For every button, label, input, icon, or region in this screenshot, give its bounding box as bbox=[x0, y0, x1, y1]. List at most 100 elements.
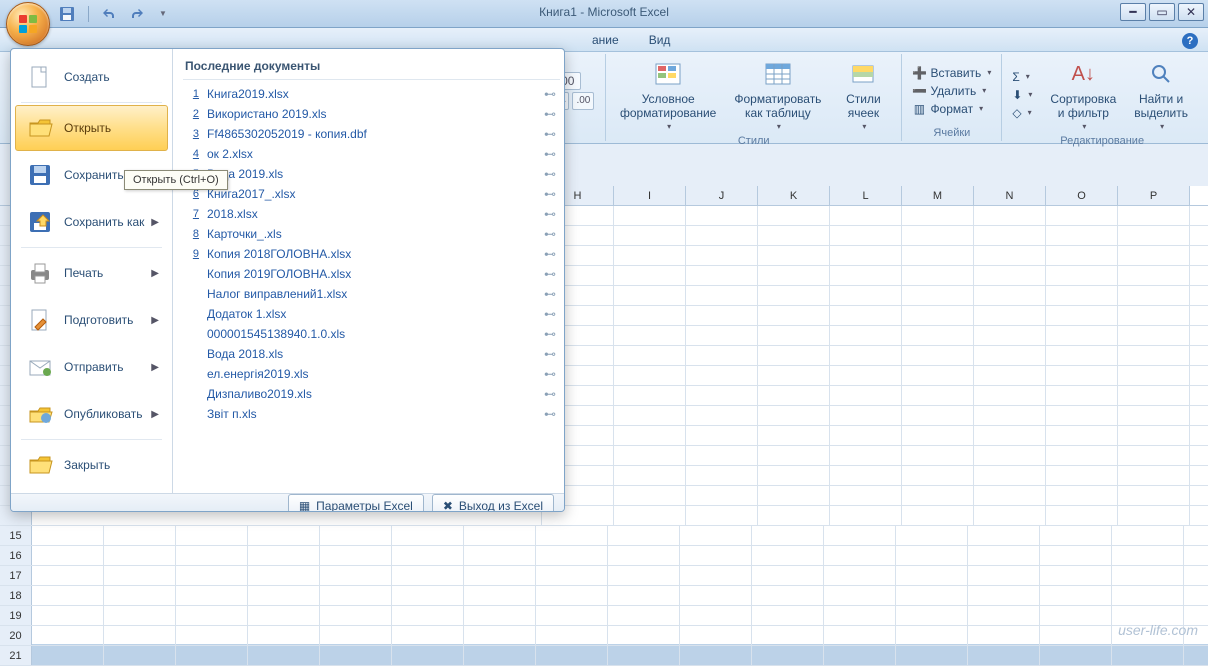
table-row[interactable]: 15 bbox=[0, 526, 1208, 546]
col-n[interactable]: N bbox=[974, 186, 1046, 205]
qat-redo[interactable] bbox=[127, 5, 145, 23]
group-label-styles: Стили bbox=[734, 133, 774, 149]
office-menu-prepare[interactable]: Подготовить▶ bbox=[15, 297, 168, 343]
options-icon: ▦ bbox=[299, 499, 310, 512]
row-header[interactable]: 17 bbox=[0, 566, 32, 585]
recent-document[interactable]: 9Копия 2018ГОЛОВНА.xlsx⊷ bbox=[183, 244, 560, 264]
group-label-cells: Ячейки bbox=[929, 125, 974, 141]
clear-button[interactable]: ◇▾ bbox=[1010, 105, 1034, 121]
tab-view[interactable]: Вид bbox=[635, 29, 685, 51]
conditional-formatting-button[interactable]: Условное форматирование▾ bbox=[614, 56, 722, 133]
recent-document[interactable]: Дизпаливо2019.xls⊷ bbox=[183, 384, 560, 404]
watermark: user-life.com bbox=[1118, 622, 1198, 638]
minimize-button[interactable]: ━ bbox=[1120, 3, 1146, 21]
recent-document[interactable]: Звіт п.xls⊷ bbox=[183, 404, 560, 424]
col-k[interactable]: K bbox=[758, 186, 830, 205]
recent-document[interactable]: 4ок 2.xlsx⊷ bbox=[183, 144, 560, 164]
office-menu-save-as[interactable]: Сохранить как▶ bbox=[15, 199, 168, 245]
tooltip-open: Открыть (Ctrl+O) bbox=[124, 170, 228, 190]
col-i[interactable]: I bbox=[614, 186, 686, 205]
format-as-table-button[interactable]: Форматировать как таблицу▾ bbox=[728, 56, 827, 133]
office-button[interactable] bbox=[6, 2, 50, 46]
pin-icon[interactable]: ⊷ bbox=[544, 227, 556, 241]
pin-icon[interactable]: ⊷ bbox=[544, 87, 556, 101]
pin-icon[interactable]: ⊷ bbox=[544, 307, 556, 321]
recent-document[interactable]: 8Карточки_.xls⊷ bbox=[183, 224, 560, 244]
table-row[interactable]: 19 bbox=[0, 606, 1208, 626]
pin-icon[interactable]: ⊷ bbox=[544, 407, 556, 421]
maximize-button[interactable]: ▭ bbox=[1149, 3, 1175, 21]
exit-excel-button[interactable]: ✖ Выход из Excel bbox=[432, 494, 554, 512]
table-row[interactable]: 18 bbox=[0, 586, 1208, 606]
pin-icon[interactable]: ⊷ bbox=[544, 387, 556, 401]
sort-filter-button[interactable]: A↓ Сортировка и фильтр▾ bbox=[1044, 56, 1122, 133]
delete-cells-button[interactable]: ➖Удалить▾ bbox=[910, 83, 993, 99]
recent-document[interactable]: 72018.xlsx⊷ bbox=[183, 204, 560, 224]
pin-icon[interactable]: ⊷ bbox=[544, 147, 556, 161]
excel-options-button[interactable]: ▦ Параметры Excel bbox=[288, 494, 424, 512]
table-row[interactable]: 17 bbox=[0, 566, 1208, 586]
decrease-decimal[interactable]: .00 bbox=[572, 92, 594, 110]
office-menu-print[interactable]: Печать▶ bbox=[15, 250, 168, 296]
recent-document[interactable]: Додаток 1.xlsx⊷ bbox=[183, 304, 560, 324]
recent-document[interactable]: 1Книга2019.xlsx⊷ bbox=[183, 84, 560, 104]
recent-document[interactable]: ел.енергія2019.xls⊷ bbox=[183, 364, 560, 384]
file-new-icon bbox=[26, 63, 54, 91]
qat-save[interactable] bbox=[58, 5, 76, 23]
row-header[interactable]: 18 bbox=[0, 586, 32, 605]
office-menu-send[interactable]: Отправить▶ bbox=[15, 344, 168, 390]
pin-icon[interactable]: ⊷ bbox=[544, 327, 556, 341]
save-icon bbox=[26, 161, 54, 189]
pin-icon[interactable]: ⊷ bbox=[544, 287, 556, 301]
recent-document[interactable]: 000001545138940.1.0.xls⊷ bbox=[183, 324, 560, 344]
col-o[interactable]: O bbox=[1046, 186, 1118, 205]
pin-icon[interactable]: ⊷ bbox=[544, 247, 556, 261]
recent-document[interactable]: Налог виправлений1.xlsx⊷ bbox=[183, 284, 560, 304]
help-icon[interactable]: ? bbox=[1182, 33, 1198, 49]
recent-document[interactable]: 3Ff4865302052019 - копия.dbf⊷ bbox=[183, 124, 560, 144]
recent-document[interactable]: Вода 2018.xls⊷ bbox=[183, 344, 560, 364]
row-header[interactable]: 15 bbox=[0, 526, 32, 545]
pin-icon[interactable]: ⊷ bbox=[544, 187, 556, 201]
close-button[interactable]: ✕ bbox=[1178, 3, 1204, 21]
autosum-button[interactable]: Σ▾ bbox=[1010, 69, 1034, 85]
row-header[interactable]: 20 bbox=[0, 626, 32, 645]
row-header[interactable]: 16 bbox=[0, 546, 32, 565]
pin-icon[interactable]: ⊷ bbox=[544, 207, 556, 221]
col-j[interactable]: J bbox=[686, 186, 758, 205]
col-m[interactable]: M bbox=[902, 186, 974, 205]
row-header[interactable]: 19 bbox=[0, 606, 32, 625]
pin-icon[interactable]: ⊷ bbox=[544, 347, 556, 361]
pin-icon[interactable]: ⊷ bbox=[544, 167, 556, 181]
fill-button[interactable]: ⬇▾ bbox=[1010, 87, 1034, 103]
send-icon bbox=[26, 353, 54, 381]
col-p[interactable]: P bbox=[1118, 186, 1190, 205]
office-menu-folder-open[interactable]: Открыть bbox=[15, 105, 168, 151]
find-select-button[interactable]: Найти и выделить▾ bbox=[1128, 56, 1194, 133]
pin-icon[interactable]: ⊷ bbox=[544, 127, 556, 141]
office-menu-close-doc[interactable]: Закрыть bbox=[15, 442, 168, 488]
window-title: Книга1 - Microsoft Excel bbox=[0, 5, 1208, 19]
insert-cells-button[interactable]: ➕Вставить▾ bbox=[910, 65, 993, 81]
pin-icon[interactable]: ⊷ bbox=[544, 107, 556, 121]
cell-styles-button[interactable]: Стили ячеек▾ bbox=[833, 56, 893, 133]
pin-icon[interactable]: ⊷ bbox=[544, 367, 556, 381]
recent-document[interactable]: 5Вода 2019.xls⊷ bbox=[183, 164, 560, 184]
tab-partial[interactable]: ание bbox=[578, 29, 633, 51]
table-row[interactable]: 16 bbox=[0, 546, 1208, 566]
ribbon-group-styles: Условное форматирование▾ Форматировать к… bbox=[606, 54, 902, 141]
row-header[interactable]: 21 bbox=[0, 646, 32, 665]
recents-header: Последние документы bbox=[183, 55, 560, 80]
recent-document[interactable]: Копия 2019ГОЛОВНА.xlsx⊷ bbox=[183, 264, 560, 284]
table-row[interactable]: 21 bbox=[0, 646, 1208, 666]
office-menu-file-new[interactable]: Создать bbox=[15, 54, 168, 100]
table-row[interactable]: 20 bbox=[0, 626, 1208, 646]
recent-document[interactable]: 6Книга2017_.xlsx⊷ bbox=[183, 184, 560, 204]
format-cells-button[interactable]: ▥Формат▾ bbox=[910, 101, 993, 117]
office-menu-publish[interactable]: Опубликовать▶ bbox=[15, 391, 168, 437]
pin-icon[interactable]: ⊷ bbox=[544, 267, 556, 281]
col-l[interactable]: L bbox=[830, 186, 902, 205]
recent-document[interactable]: 2Використано 2019.xls⊷ bbox=[183, 104, 560, 124]
qat-customize[interactable]: ▼ bbox=[153, 5, 171, 23]
qat-undo[interactable] bbox=[101, 5, 119, 23]
